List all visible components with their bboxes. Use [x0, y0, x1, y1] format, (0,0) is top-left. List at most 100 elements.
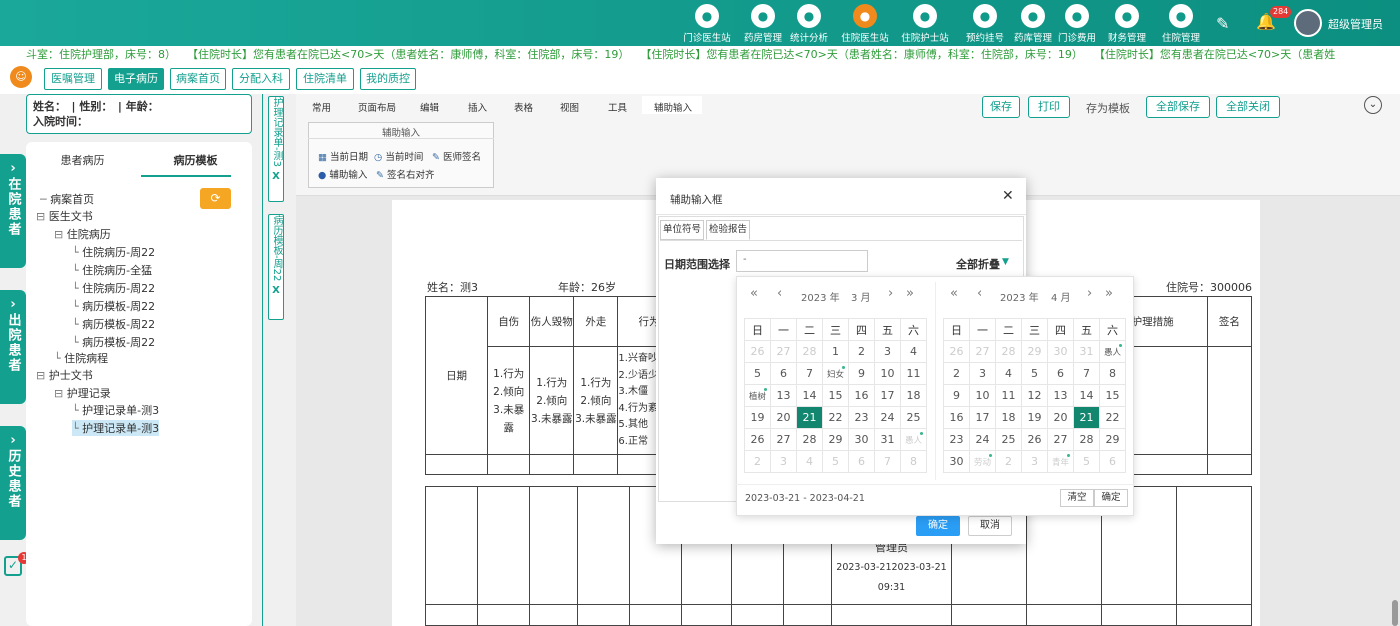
calendar-day[interactable]: 26 [744, 340, 771, 363]
prev-month-icon[interactable]: ‹ [977, 286, 982, 301]
ribbon-tab[interactable]: 页面布局 [358, 100, 396, 114]
doctor-sign-button[interactable]: ✎ 医师签名 [432, 149, 481, 163]
tab-patient-records[interactable]: 患者病历 [26, 152, 139, 168]
calendar-day[interactable]: 28 [995, 340, 1022, 363]
calendar-day[interactable]: 12 [1021, 384, 1048, 407]
calendar-day[interactable]: 3 [969, 362, 996, 385]
ribbon-tab[interactable]: 视图 [560, 100, 579, 114]
calendar-day[interactable]: 30 [848, 428, 875, 451]
tree-node[interactable]: └ 护理记录单-测3 [72, 420, 160, 436]
current-date-button[interactable]: ▦ 当前日期 [318, 149, 368, 163]
calendar-day[interactable]: 31 [1073, 340, 1100, 363]
calendar-day[interactable]: 2 [995, 450, 1022, 473]
calendar-day[interactable]: 21 [1073, 406, 1100, 429]
calendar-day[interactable]: 23 [848, 406, 875, 429]
calendar-day[interactable]: 22 [822, 406, 849, 429]
calendar-day[interactable]: 20 [1047, 406, 1074, 429]
tab-case-home[interactable]: 病案首页 [170, 68, 226, 90]
right-year[interactable]: 2023 年 [1000, 289, 1039, 304]
user-avatar[interactable] [1294, 9, 1322, 37]
calendar-day[interactable]: 妇女 [822, 362, 849, 385]
calendar-day[interactable]: 26 [1021, 428, 1048, 451]
tab-orders[interactable]: 医嘱管理 [44, 68, 102, 90]
calendar-day[interactable]: 19 [1021, 406, 1048, 429]
calendar-day[interactable]: 劳动 [969, 450, 996, 473]
next-month-icon[interactable]: › [888, 286, 893, 301]
calendar-day[interactable]: 15 [1099, 384, 1126, 407]
calendar-day[interactable]: 6 [770, 362, 797, 385]
calendar-day[interactable]: 17 [874, 384, 901, 407]
ribbon-tab[interactable]: 插入 [468, 100, 487, 114]
calendar-day[interactable]: 25 [995, 428, 1022, 451]
scrollbar[interactable] [1392, 600, 1398, 626]
calendar-day[interactable]: 27 [770, 340, 797, 363]
calendar-day[interactable]: 29 [822, 428, 849, 451]
calendar-day[interactable]: 25 [900, 406, 927, 429]
collapse-icon[interactable]: ⌄ [1364, 96, 1382, 114]
refresh-icon[interactable]: ⟳ [200, 188, 231, 209]
save-button[interactable]: 保存 [982, 96, 1020, 118]
caret-down-icon[interactable]: ▼ [1002, 257, 1009, 267]
calendar-day[interactable]: 30 [1047, 340, 1074, 363]
calendar-day[interactable]: 8 [1099, 362, 1126, 385]
calendar-day[interactable]: 14 [1073, 384, 1100, 407]
calendar-day[interactable]: 7 [796, 362, 823, 385]
calendar-day[interactable]: 青年 [1047, 450, 1074, 473]
tree-node[interactable]: ⊟ 住院病历 [54, 226, 111, 242]
cell-self-harm[interactable]: 1.行为 2.倾向 3.未暴露 [487, 346, 531, 455]
dialog-ok-button[interactable]: 确定 [916, 516, 960, 536]
calendar-day[interactable]: 18 [995, 406, 1022, 429]
fold-all-button[interactable]: 全部折叠 [956, 256, 1000, 272]
calendar-day[interactable]: 13 [1047, 384, 1074, 407]
tab-emr[interactable]: 电子病历 [108, 68, 164, 90]
calendar-day[interactable]: 11 [995, 384, 1022, 407]
topnav-chart[interactable]: ● 统计分析 [780, 4, 838, 44]
calendar-day[interactable]: 3 [874, 340, 901, 363]
topnav-bed[interactable]: ● 住院管理 [1152, 4, 1210, 44]
next-year-icon[interactable]: » [1105, 286, 1113, 301]
tree-node[interactable]: └ 住院病历-全猛 [72, 262, 152, 278]
calendar-day[interactable]: 3 [770, 450, 797, 473]
right-month[interactable]: 4 月 [1051, 289, 1071, 304]
tree-node[interactable]: └ 住院病程 [54, 350, 108, 366]
calendar-day[interactable]: 14 [796, 384, 823, 407]
calendar-day[interactable]: 19 [744, 406, 771, 429]
calendar-day[interactable]: 2 [943, 362, 970, 385]
cell-wander[interactable]: 1.行为 2.倾向 3.未暴露 [573, 346, 619, 455]
calendar-day[interactable]: 27 [770, 428, 797, 451]
close-all-button[interactable]: 全部关闭 [1216, 96, 1280, 118]
tree-node[interactable]: ⊟ 护理记录 [54, 385, 111, 401]
sign-right-align-button[interactable]: ✎ 签名右对齐 [376, 167, 435, 181]
save-all-button[interactable]: 全部保存 [1146, 96, 1210, 118]
tab-unit-symbols[interactable]: 单位符号 [660, 220, 704, 240]
close-icon[interactable]: X [272, 285, 280, 296]
calendar-day[interactable]: 9 [848, 362, 875, 385]
calendar-day[interactable]: 8 [900, 450, 927, 473]
left-year[interactable]: 2023 年 [801, 289, 840, 304]
print-button[interactable]: 打印 [1028, 96, 1070, 118]
calendar-day[interactable]: 6 [1099, 450, 1126, 473]
tree-node[interactable]: └ 病历模板-周22 [72, 334, 155, 350]
tab-record-templates[interactable]: 病历模板 [139, 152, 252, 168]
cell-sign[interactable] [1206, 346, 1253, 455]
calendar-day[interactable]: 7 [874, 450, 901, 473]
calendar-day[interactable]: 愚人 [900, 428, 927, 451]
doc-tab-template[interactable]: 病历模板-周22 X [268, 214, 284, 320]
calendar-day[interactable]: 27 [969, 340, 996, 363]
calendar-day[interactable]: 26 [943, 340, 970, 363]
calendar-day[interactable]: 2 [848, 340, 875, 363]
calendar-day[interactable]: 24 [969, 428, 996, 451]
calendar-day[interactable]: 15 [822, 384, 849, 407]
doc-tab-nursing-record[interactable]: 护理记录单-测3 X [268, 96, 284, 202]
left-month[interactable]: 3 月 [851, 289, 871, 304]
calendar-day[interactable]: 29 [1099, 428, 1126, 451]
calendar-day[interactable]: 5 [744, 362, 771, 385]
tree-node[interactable]: ⊟ 护士文书 [36, 367, 93, 383]
tree-node[interactable]: └ 病历模板-周22 [72, 316, 155, 332]
topnav-inpatient-doctor[interactable]: ● 住院医生站 [836, 4, 894, 44]
calendar-confirm-button[interactable]: 确定 [1094, 489, 1128, 507]
calendar-day[interactable]: 2 [744, 450, 771, 473]
calendar-day[interactable]: 3 [1021, 450, 1048, 473]
calendar-day[interactable]: 31 [874, 428, 901, 451]
calendar-day[interactable]: 4 [995, 362, 1022, 385]
